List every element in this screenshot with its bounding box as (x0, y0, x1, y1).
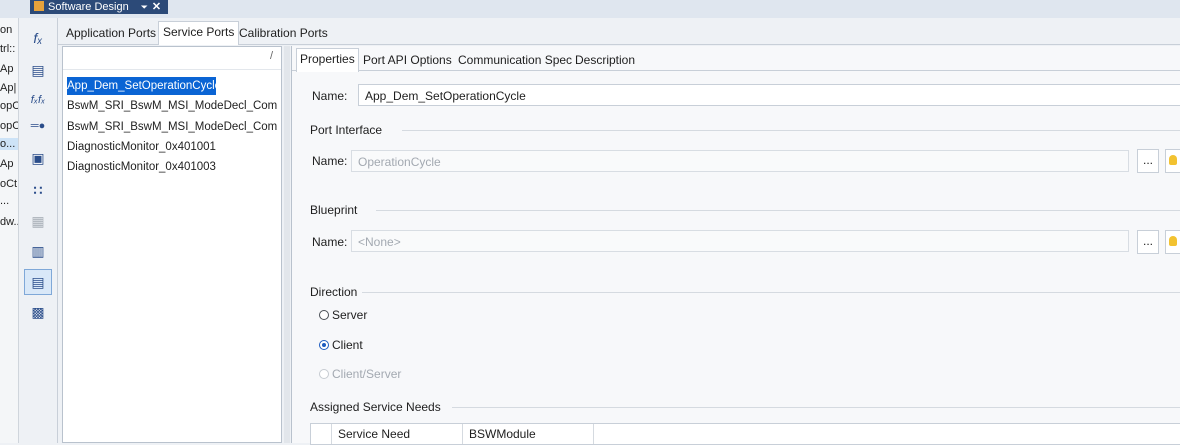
tree-item[interactable]: Ap (0, 158, 13, 170)
service-component-icon[interactable]: ▤ (24, 269, 52, 295)
document-tab-title: Software Design (48, 1, 129, 13)
direction-client-radio[interactable] (319, 340, 329, 350)
assigned-service-needs-title: Assigned Service Needs (310, 400, 441, 414)
tree-item[interactable]: dw.. (0, 216, 18, 228)
ports-icon[interactable]: ∷ (25, 178, 51, 202)
direction-title: Direction (310, 285, 358, 299)
tree-item[interactable]: oCt (0, 178, 17, 190)
port-interface-title: Port Interface (310, 123, 383, 137)
tree-item-selected[interactable]: o... (0, 138, 18, 150)
column-header-bswmodule[interactable]: BSWModule (463, 424, 594, 444)
panel-splitter[interactable] (284, 46, 290, 443)
tab-calibration-ports[interactable]: Calibration Ports (235, 23, 332, 43)
direction-client-server-radio (319, 369, 329, 379)
component-icon[interactable]: ▣ (25, 146, 51, 170)
project-tree-clipped[interactable]: on trl:: Ap Ap| opC opC o... Ap oCt ... … (0, 18, 19, 443)
blueprint-name-field: <None> (351, 230, 1129, 252)
tree-item[interactable]: trl:: (0, 43, 15, 55)
blueprint-name-label: Name: (312, 235, 348, 249)
column-header-service-need[interactable]: Service Need (332, 424, 463, 444)
list-item[interactable]: BswM_SRI_BswM_MSI_ModeDecl_ComF... (67, 118, 277, 136)
close-icon[interactable]: ✕ (152, 1, 161, 13)
tree-item[interactable]: opC (0, 120, 18, 132)
document-tab-software-design[interactable]: Software Design ⏷ ✕ (30, 0, 168, 14)
port-interface-name-field: OperationCycle (351, 150, 1129, 172)
tab-communication-spec[interactable]: Communication Spec (455, 50, 575, 70)
port-type-tabs: Application Ports Service Ports Calibrat… (58, 18, 1180, 45)
list-header-mark: / (269, 50, 273, 62)
module-icon[interactable]: ▩ (25, 300, 51, 324)
port-interface-browse-button[interactable]: ... (1137, 149, 1159, 173)
list-item-selected[interactable]: App_Dem_SetOperationCycle (67, 77, 216, 95)
name-label: Name: (312, 89, 348, 103)
tree-item[interactable]: Ap| (0, 82, 16, 94)
save-component-icon[interactable]: ▤ (25, 58, 51, 82)
list-item[interactable]: DiagnosticMonitor_0x401003 (67, 158, 277, 176)
direction-client-label[interactable]: Client (332, 338, 363, 352)
port-name-input[interactable]: App_Dem_SetOperationCycle (358, 84, 1180, 106)
section-divider (402, 130, 1180, 131)
fxfx-icon[interactable]: fₓfₓ (25, 88, 51, 112)
service-needs-table-header: Service Need BSWModule (310, 423, 1180, 445)
list-item[interactable]: DiagnosticMonitor_0x401001 (67, 138, 277, 156)
tab-port-api-options[interactable]: Port API Options (360, 50, 455, 70)
section-divider (362, 292, 1180, 293)
direction-server-label[interactable]: Server (332, 308, 367, 322)
tree-item[interactable]: Ap (0, 63, 13, 75)
lightbulb-icon[interactable] (1165, 149, 1180, 173)
connector-icon[interactable]: ═● (25, 114, 51, 138)
disabled-component-icon: ▦ (31, 213, 45, 229)
table-corner (311, 424, 332, 444)
tab-description[interactable]: Description (572, 50, 638, 70)
blueprint-title: Blueprint (310, 203, 358, 217)
document-tab-strip (0, 0, 1180, 18)
direction-server-radio[interactable] (319, 310, 329, 320)
pin-icon[interactable]: ⏷ (141, 2, 148, 12)
tree-item[interactable]: ... (0, 195, 9, 207)
service-ports-list[interactable]: / App_Dem_SetOperationCycle BswM_SRI_Bsw… (62, 46, 282, 443)
section-divider (452, 407, 1180, 408)
tab-application-ports[interactable]: Application Ports (62, 23, 160, 43)
app-icon (34, 1, 44, 11)
blueprint-browse-button[interactable]: ... (1137, 230, 1159, 254)
vertical-toolbar: fₓ ▤ fₓfₓ ═● ▣ ∷ ▦ ▥ ▤ ▩ (19, 18, 58, 443)
fx-icon[interactable]: fₓ (25, 26, 51, 50)
tree-item[interactable]: on (0, 24, 12, 36)
port-interface-name-label: Name: (312, 154, 348, 168)
direction-client-server-label: Client/Server (332, 367, 402, 381)
section-divider (376, 210, 1180, 211)
tab-properties[interactable]: Properties (296, 48, 359, 72)
list-item[interactable]: BswM_SRI_BswM_MSI_ModeDecl_ComF... (67, 97, 277, 115)
properties-panel: Properties Port API Options Communicatio… (291, 46, 1180, 445)
runnable-icon[interactable]: ▥ (25, 239, 51, 263)
tab-service-ports[interactable]: Service Ports (158, 21, 240, 45)
detail-tabs: Properties Port API Options Communicatio… (292, 46, 1180, 72)
list-header: / (63, 47, 281, 70)
tree-item[interactable]: opC (0, 100, 18, 112)
lightbulb-icon[interactable] (1165, 230, 1180, 254)
